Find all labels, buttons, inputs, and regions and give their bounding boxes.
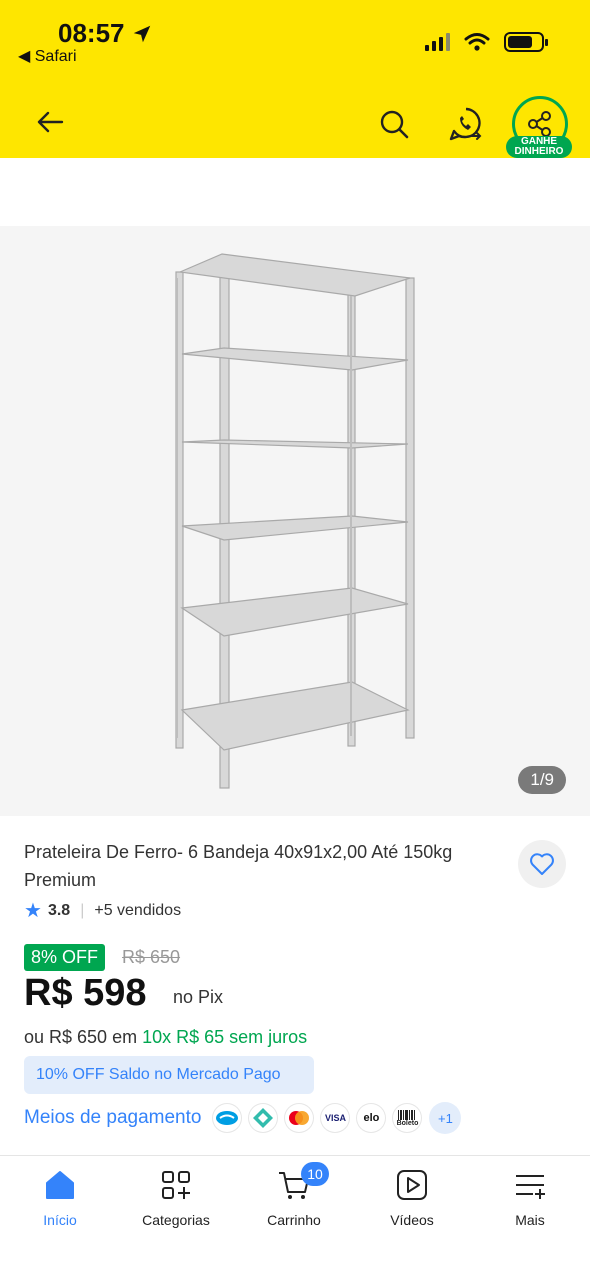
tab-label: Vídeos [390, 1212, 434, 1228]
cellular-signal-icon [425, 33, 450, 51]
old-price: R$ 650 [122, 947, 181, 967]
installments-text: ou R$ 650 em 10x R$ 65 sem juros [24, 1027, 307, 1048]
favorite-button[interactable] [518, 840, 566, 888]
product-title: Prateleira De Ferro- 6 Bandeja 40x91x2,0… [24, 842, 453, 890]
tab-categorias[interactable]: Categorias [121, 1168, 231, 1228]
star-icon: ★ [24, 900, 42, 922]
pix-icon [249, 1104, 278, 1132]
image-counter: 1/9 [518, 766, 566, 794]
elo-icon: elo [357, 1104, 386, 1132]
visa-icon: VISA [321, 1104, 350, 1132]
cart-count-badge: 10 [301, 1162, 329, 1186]
tab-videos[interactable]: Vídeos [357, 1168, 467, 1228]
wifi-icon [464, 33, 490, 51]
battery-icon [504, 32, 548, 52]
tab-label: Início [43, 1212, 77, 1228]
app-header: 08:57 ◀ Safari GANHE DINHEIRO [0, 0, 590, 158]
bottom-navigation: Início Categorias 10 Carrinho Vídeos Mai… [0, 1155, 590, 1280]
home-icon [46, 1171, 74, 1199]
status-time-text: 08:57 [58, 18, 125, 48]
categories-icon [162, 1171, 190, 1199]
sold-count: +5 vendidos [94, 901, 182, 919]
status-indicators [425, 32, 548, 52]
location-arrow-icon [133, 25, 150, 42]
back-arrow-icon[interactable] [34, 106, 66, 138]
video-play-icon [397, 1170, 427, 1200]
status-time: 08:57 [58, 18, 153, 49]
tab-label: Carrinho [267, 1212, 321, 1228]
current-price: R$ 598 [24, 972, 147, 1014]
tab-mais[interactable]: Mais [475, 1168, 585, 1228]
discount-badge: 8% OFF [24, 944, 106, 971]
menu-more-icon [516, 1175, 545, 1199]
whatsapp-share-icon[interactable] [446, 104, 486, 144]
search-icon[interactable] [376, 106, 412, 142]
price-suffix: no Pix [173, 987, 224, 1007]
tab-label: Mais [515, 1212, 545, 1228]
rating-score: 3.8 [47, 901, 71, 919]
payment-methods-link[interactable]: Meios de pagamento [24, 1107, 201, 1129]
installment-prefix: ou R$ 650 em [24, 1027, 138, 1047]
payment-methods-row[interactable]: Meios de pagamento VISA elo Boleto +1 [24, 1102, 462, 1134]
mercado-pago-icon [213, 1104, 242, 1132]
share-icon [528, 111, 551, 137]
product-image-shelf [175, 253, 415, 789]
back-to-safari[interactable]: ◀ Safari [18, 46, 77, 66]
installment-highlight: 10x R$ 65 sem juros [142, 1027, 308, 1047]
mercado-pago-promo[interactable]: 10% OFF Saldo no Mercado Pago [24, 1056, 314, 1094]
tab-carrinho[interactable]: 10 Carrinho [239, 1162, 349, 1228]
divider: | [80, 901, 85, 919]
tab-label: Categorias [142, 1212, 210, 1228]
product-image-gallery[interactable]: 1/9 [0, 226, 590, 816]
earn-badge-line2: DINHEIRO [514, 146, 564, 157]
tab-inicio[interactable]: Início [5, 1168, 115, 1228]
boleto-label: Boleto [396, 1119, 419, 1127]
mastercard-icon [285, 1104, 314, 1132]
more-payment-methods[interactable]: +1 [429, 1102, 462, 1134]
heart-icon [530, 853, 554, 875]
rating-row[interactable]: ★ 3.8 | +5 vendidos [24, 898, 181, 923]
earn-money-badge[interactable]: GANHE DINHEIRO [506, 136, 572, 158]
boleto-icon: Boleto [393, 1104, 422, 1132]
